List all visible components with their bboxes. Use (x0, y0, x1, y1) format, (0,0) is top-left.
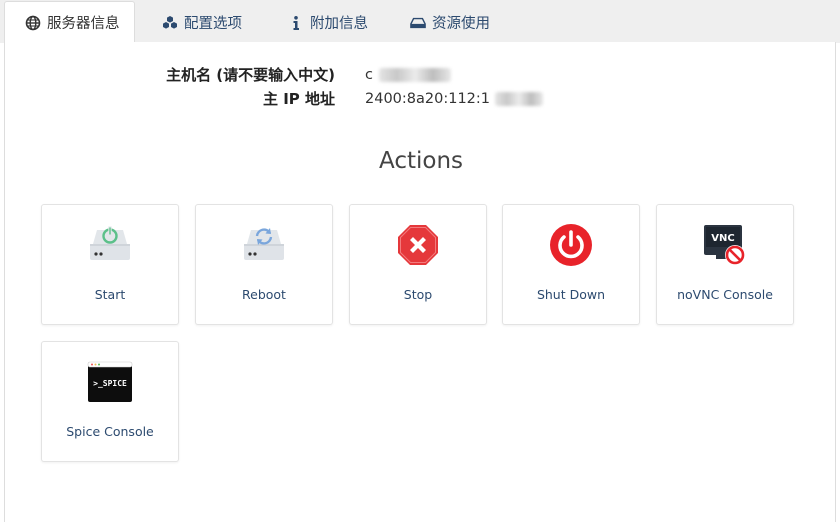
spice-console-button[interactable]: >_SPICE Spice Console (41, 341, 179, 462)
hostname-row: 主机名 (请不要输入中文) c (5, 64, 837, 86)
ip-row: 主 IP 地址 2400:8a20:112:1 (5, 88, 837, 110)
hdd-icon (410, 15, 426, 31)
power-drive-icon (42, 223, 178, 267)
start-button[interactable]: Start (41, 204, 179, 325)
redacted-blur (494, 92, 543, 106)
tab-server-info[interactable]: 服务器信息 (4, 1, 135, 43)
reboot-button[interactable]: Reboot (195, 204, 333, 325)
tab-bar: 服务器信息 配置选项 附加信息 资源使用 (0, 0, 840, 43)
stop-octagon-icon (350, 223, 486, 267)
info-icon (288, 15, 304, 31)
tab-label: 资源使用 (432, 16, 490, 32)
reboot-label: Reboot (242, 287, 286, 302)
redacted-blur (378, 68, 451, 82)
tab-label: 配置选项 (184, 16, 242, 32)
vnc-monitor-icon: VNC (657, 223, 793, 267)
stop-label: Stop (403, 287, 433, 302)
shutdown-button[interactable]: Shut Down (502, 204, 640, 325)
novnc-console-button[interactable]: VNC noVNC Console (656, 204, 794, 325)
ip-label: 主 IP 地址 (262, 90, 335, 108)
tab-config-options[interactable]: 配置选项 (162, 2, 242, 43)
hostname-label: 主机名 (请不要输入中文) (166, 66, 335, 84)
actions-title: Actions (378, 148, 463, 174)
ip-value: 2400:8a20:112:1 (365, 88, 543, 110)
stop-button[interactable]: Stop (349, 204, 487, 325)
start-label: Start (94, 287, 126, 302)
svg-text:VNC: VNC (711, 233, 734, 244)
spice-console-label: Spice Console (66, 424, 154, 439)
tab-label: 服务器信息 (47, 16, 120, 32)
shutdown-power-icon (503, 223, 639, 267)
hostname-value: c (365, 64, 451, 86)
spice-terminal-icon: >_SPICE (42, 360, 178, 404)
cubes-icon (162, 15, 178, 31)
shutdown-label: Shut Down (536, 287, 606, 302)
novnc-console-label: noVNC Console (677, 287, 773, 302)
tab-resource-usage[interactable]: 资源使用 (410, 2, 490, 43)
tab-additional-info[interactable]: 附加信息 (288, 2, 368, 43)
globe-icon (25, 15, 41, 31)
tab-label: 附加信息 (310, 16, 368, 32)
server-info-panel: 主机名 (请不要输入中文) c 主 IP 地址 2400:8a20:112:1 … (4, 42, 836, 522)
reboot-drive-icon (196, 223, 332, 267)
svg-text:>_SPICE: >_SPICE (93, 379, 127, 388)
